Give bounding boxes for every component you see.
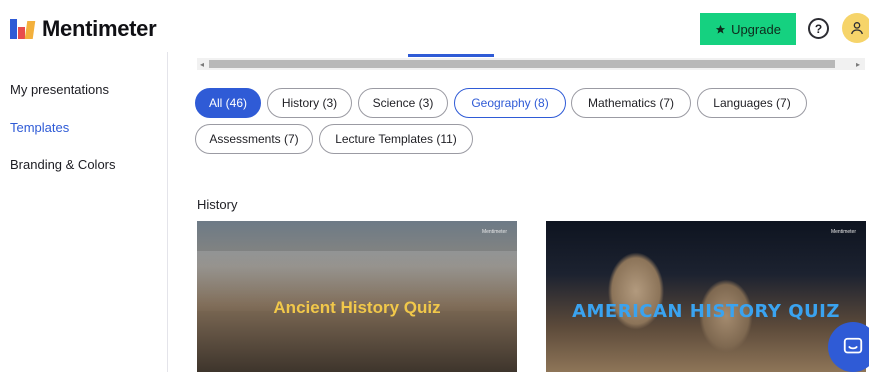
mentimeter-logo[interactable]: Mentimeter: [10, 16, 157, 42]
card-brand-label: Mentimeter: [830, 229, 856, 235]
filter-chip-assessments[interactable]: Assessments (7): [195, 124, 313, 154]
filter-chip-history[interactable]: History (3): [267, 88, 352, 118]
filter-chip-all[interactable]: All (46): [195, 88, 261, 118]
upgrade-label: Upgrade: [731, 21, 781, 37]
sidebar: My presentations Templates Branding & Co…: [0, 52, 168, 372]
section-title-history: History: [197, 197, 238, 212]
scroll-left-arrow-icon[interactable]: ◂: [197, 58, 207, 70]
help-icon[interactable]: ?: [808, 18, 829, 39]
filter-chip-languages[interactable]: Languages (7): [697, 88, 807, 118]
chat-icon: [843, 337, 863, 354]
sidebar-item-my-presentations[interactable]: My presentations: [10, 82, 109, 97]
scroll-right-arrow-icon[interactable]: ▸: [853, 58, 863, 70]
filter-chip-science[interactable]: Science (3): [358, 88, 448, 118]
card-brand-label: Mentimeter: [481, 229, 507, 235]
avatar[interactable]: [842, 13, 869, 43]
filter-chip-mathematics[interactable]: Mathematics (7): [571, 88, 691, 118]
help-glyph: ?: [814, 21, 823, 36]
horizontal-scrollbar[interactable]: ◂ ▸: [197, 58, 865, 70]
scrollbar-thumb[interactable]: [209, 60, 835, 68]
user-icon: [851, 22, 863, 35]
logo-text: Mentimeter: [42, 16, 157, 41]
upgrade-button[interactable]: Upgrade: [700, 13, 796, 45]
active-tab-indicator: [408, 54, 494, 57]
template-card-ancient-history[interactable]: Mentimeter Ancient History Quiz: [197, 221, 517, 372]
template-title: Ancient History Quiz: [273, 298, 441, 317]
template-card-american-history[interactable]: Mentimeter AMERICAN HISTORY QUIZ: [546, 221, 866, 372]
template-title: AMERICAN HISTORY QUIZ: [572, 301, 840, 322]
filter-chip-geography[interactable]: Geography (8): [454, 88, 566, 118]
sidebar-item-templates[interactable]: Templates: [10, 120, 69, 135]
star-icon: [715, 24, 726, 34]
logo-bars-icon: [10, 19, 36, 39]
sidebar-item-branding-colors[interactable]: Branding & Colors: [10, 157, 116, 172]
filter-chip-lecture-templates[interactable]: Lecture Templates (11): [319, 124, 473, 154]
top-header: Mentimeter Upgrade ?: [0, 0, 869, 52]
